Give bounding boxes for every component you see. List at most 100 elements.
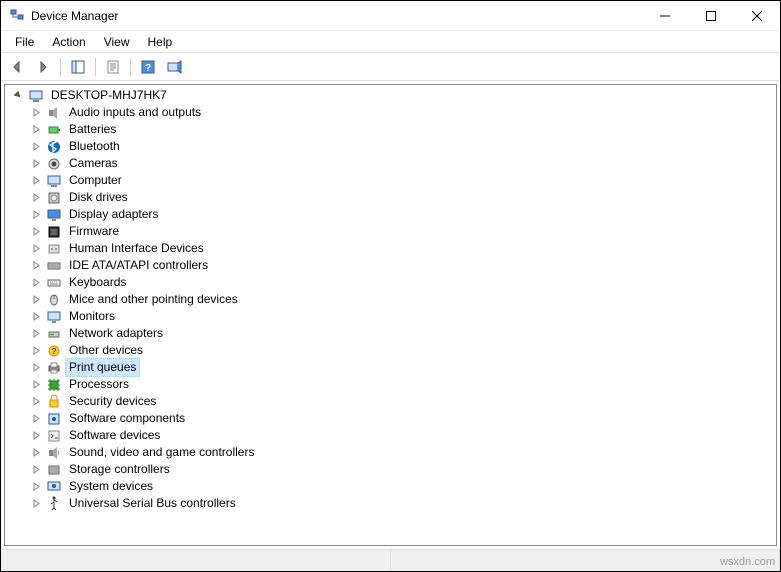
category-node[interactable]: Network adapters [29, 325, 776, 342]
expand-icon[interactable] [29, 497, 43, 511]
category-node[interactable]: Disk drives [29, 189, 776, 206]
category-node[interactable]: Processors [29, 376, 776, 393]
category-node[interactable]: Monitors [29, 308, 776, 325]
expand-icon[interactable] [29, 242, 43, 256]
help-button[interactable]: ? [136, 56, 160, 78]
expand-icon[interactable] [29, 123, 43, 137]
toolbar-separator [130, 58, 131, 76]
system-icon [46, 479, 62, 495]
status-cell [1, 550, 391, 571]
category-node[interactable]: ?Other devices [29, 342, 776, 359]
security-icon [46, 394, 62, 410]
menubar: File Action View Help [1, 31, 780, 53]
close-button[interactable] [734, 1, 780, 31]
svg-text:?: ? [145, 63, 151, 74]
category-node[interactable]: Security devices [29, 393, 776, 410]
sound-icon [46, 445, 62, 461]
expand-icon[interactable] [29, 378, 43, 392]
category-node[interactable]: Audio inputs and outputs [29, 104, 776, 121]
category-node[interactable]: Cameras [29, 155, 776, 172]
category-node[interactable]: Software devices [29, 427, 776, 444]
collapse-icon[interactable] [11, 89, 25, 103]
menu-file[interactable]: File [7, 33, 42, 51]
scan-hardware-button[interactable] [162, 56, 186, 78]
computer-root-icon [28, 88, 44, 104]
root-node[interactable]: DESKTOP-MHJ7HK7 [11, 87, 776, 104]
minimize-button[interactable] [642, 1, 688, 31]
expand-icon[interactable] [29, 259, 43, 273]
expand-icon[interactable] [29, 225, 43, 239]
category-node[interactable]: IDE ATA/ATAPI controllers [29, 257, 776, 274]
expand-icon[interactable] [29, 446, 43, 460]
toolbar-separator [60, 58, 61, 76]
show-hide-console-button[interactable] [66, 56, 90, 78]
expand-icon[interactable] [29, 429, 43, 443]
expand-icon[interactable] [29, 480, 43, 494]
maximize-button[interactable] [688, 1, 734, 31]
expand-icon[interactable] [29, 463, 43, 477]
category-node[interactable]: Display adapters [29, 206, 776, 223]
menu-help[interactable]: Help [140, 33, 181, 51]
titlebar: Device Manager [1, 1, 780, 31]
expand-icon[interactable] [29, 395, 43, 409]
expand-icon[interactable] [29, 157, 43, 171]
category-node[interactable]: Software components [29, 410, 776, 427]
category-node[interactable]: Sound, video and game controllers [29, 444, 776, 461]
expand-icon[interactable] [29, 191, 43, 205]
camera-icon [46, 156, 62, 172]
computer-icon [46, 173, 62, 189]
expand-icon[interactable] [29, 208, 43, 222]
watermark: wsxdn.com [720, 556, 775, 568]
svg-text:?: ? [52, 347, 57, 356]
category-node[interactable]: Print queues [29, 359, 776, 376]
category-node[interactable]: Bluetooth [29, 138, 776, 155]
keyboard-icon [46, 275, 62, 291]
category-node[interactable]: Firmware [29, 223, 776, 240]
expand-icon[interactable] [29, 412, 43, 426]
toolbar: ? [1, 53, 780, 81]
category-node[interactable]: Computer [29, 172, 776, 189]
category-node[interactable]: Mice and other pointing devices [29, 291, 776, 308]
mouse-icon [46, 292, 62, 308]
expand-icon[interactable] [29, 344, 43, 358]
disk-icon [46, 190, 62, 206]
audio-icon [46, 105, 62, 121]
network-icon [46, 326, 62, 342]
category-node[interactable]: Keyboards [29, 274, 776, 291]
other-icon: ? [46, 343, 62, 359]
category-node[interactable]: System devices [29, 478, 776, 495]
battery-icon [46, 122, 62, 138]
expand-icon[interactable] [29, 293, 43, 307]
ide-icon [46, 258, 62, 274]
expand-icon[interactable] [29, 174, 43, 188]
softcomp-icon [46, 411, 62, 427]
app-icon [9, 8, 25, 24]
cpu-icon [46, 377, 62, 393]
expand-icon[interactable] [29, 361, 43, 375]
expand-icon[interactable] [29, 106, 43, 120]
firmware-icon [46, 224, 62, 240]
bluetooth-icon [46, 139, 62, 155]
forward-button[interactable] [31, 56, 55, 78]
window-title: Device Manager [31, 9, 118, 23]
monitor-icon [46, 309, 62, 325]
category-node[interactable]: Universal Serial Bus controllers [29, 495, 776, 512]
category-node[interactable]: Batteries [29, 121, 776, 138]
expand-icon[interactable] [29, 327, 43, 341]
back-button[interactable] [5, 56, 29, 78]
category-node[interactable]: Human Interface Devices [29, 240, 776, 257]
usb-icon [46, 496, 62, 512]
menu-action[interactable]: Action [44, 33, 93, 51]
category-label[interactable]: Universal Serial Bus controllers [65, 494, 240, 513]
toolbar-separator [95, 58, 96, 76]
device-tree[interactable]: DESKTOP-MHJ7HK7 Audio inputs and outputs… [4, 84, 777, 546]
display-icon [46, 207, 62, 223]
storage-icon [46, 462, 62, 478]
expand-icon[interactable] [29, 140, 43, 154]
printer-icon [46, 360, 62, 376]
menu-view[interactable]: View [96, 33, 138, 51]
expand-icon[interactable] [29, 276, 43, 290]
category-node[interactable]: Storage controllers [29, 461, 776, 478]
properties-button[interactable] [101, 56, 125, 78]
expand-icon[interactable] [29, 310, 43, 324]
